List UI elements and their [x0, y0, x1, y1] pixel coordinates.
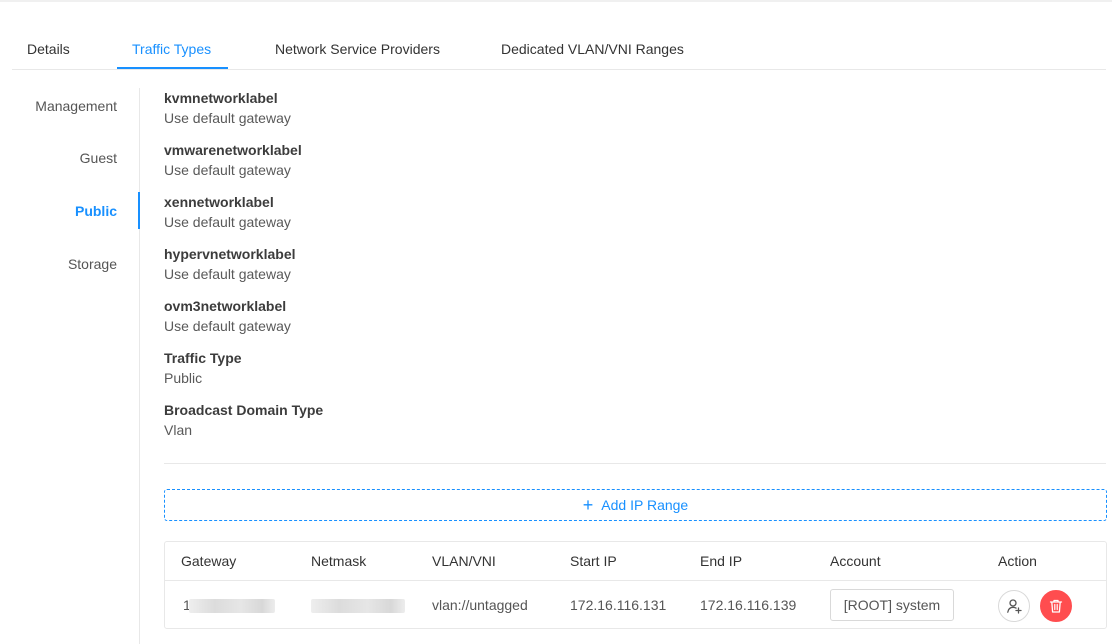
active-tab-indicator	[117, 67, 228, 69]
detail-kvmnetworklabel: kvmnetworklabel Use default gateway	[164, 88, 864, 140]
redacted-gateway	[189, 599, 275, 613]
detail-label: kvmnetworklabel	[164, 90, 278, 106]
column-header-gateway: Gateway	[181, 553, 237, 569]
plus-icon: +	[582, 495, 594, 515]
delete-ip-range-button[interactable]	[1040, 590, 1072, 622]
add-ip-range-label: Add IP Range	[601, 497, 689, 513]
column-header-end-ip: End IP	[700, 553, 743, 569]
column-header-start-ip: Start IP	[570, 553, 617, 569]
detail-hypervnetworklabel: hypervnetworklabel Use default gateway	[164, 244, 864, 296]
tab-details[interactable]: Details	[27, 30, 70, 70]
detail-value: Use default gateway	[164, 214, 291, 230]
detail-ovm3networklabel: ovm3networklabel Use default gateway	[164, 296, 864, 348]
section-divider	[164, 463, 1106, 464]
detail-label: Broadcast Domain Type	[164, 402, 324, 418]
column-header-netmask: Netmask	[311, 553, 367, 569]
detail-vmwarenetworklabel: vmwarenetworklabel Use default gateway	[164, 140, 864, 192]
top-divider	[0, 0, 1112, 2]
detail-traffic-type: Traffic Type Public	[164, 348, 864, 400]
cell-end-ip: 172.16.116.139	[700, 597, 797, 613]
detail-value: Use default gateway	[164, 110, 291, 126]
cell-vlan: vlan://untagged	[432, 597, 528, 613]
trash-icon	[1049, 599, 1063, 613]
ip-range-table: Gateway Netmask VLAN/VNI Start IP End IP…	[164, 541, 1107, 629]
detail-value: Use default gateway	[164, 318, 291, 334]
table-header: Gateway Netmask VLAN/VNI Start IP End IP…	[165, 542, 1106, 581]
table-row: 1 vlan://untagged 172.16.116.131 172.16.…	[165, 582, 1106, 629]
detail-value: Use default gateway	[164, 162, 291, 178]
side-item-public[interactable]: Public	[75, 193, 117, 229]
detail-value: Vlan	[164, 422, 193, 438]
tab-network-service-providers[interactable]: Network Service Providers	[275, 30, 440, 70]
redacted-netmask	[311, 599, 405, 613]
detail-label: vmwarenetworklabel	[164, 142, 302, 158]
tab-traffic-types[interactable]: Traffic Types	[132, 30, 211, 70]
traffic-type-details: kvmnetworklabel Use default gateway vmwa…	[164, 88, 864, 452]
column-header-account: Account	[830, 553, 881, 569]
active-side-indicator	[138, 192, 140, 229]
add-ip-range-button[interactable]: + Add IP Range	[164, 489, 1107, 521]
side-item-management[interactable]: Management	[35, 88, 117, 124]
tab-bar: Details Traffic Types Network Service Pr…	[12, 30, 1106, 70]
detail-label: Traffic Type	[164, 350, 242, 366]
column-header-vlan-vni: VLAN/VNI	[432, 553, 496, 569]
column-header-action: Action	[998, 553, 1037, 569]
detail-label: xennetworklabel	[164, 194, 274, 210]
add-account-button[interactable]	[998, 590, 1030, 622]
side-item-guest[interactable]: Guest	[80, 140, 117, 176]
detail-label: ovm3networklabel	[164, 298, 287, 314]
detail-label: hypervnetworklabel	[164, 246, 296, 262]
cell-start-ip: 172.16.116.131	[570, 597, 667, 613]
tab-dedicated-vlan-vni-ranges[interactable]: Dedicated VLAN/VNI Ranges	[501, 30, 684, 70]
detail-value: Use default gateway	[164, 266, 291, 282]
detail-broadcast-domain-type: Broadcast Domain Type Vlan	[164, 400, 864, 452]
traffic-type-menu: Management Guest Public Storage	[0, 88, 140, 644]
detail-value: Public	[164, 370, 203, 386]
detail-xennetworklabel: xennetworklabel Use default gateway	[164, 192, 864, 244]
user-add-icon	[1007, 599, 1022, 614]
account-field[interactable]: [ROOT] system	[830, 589, 954, 621]
side-item-storage[interactable]: Storage	[68, 246, 117, 282]
